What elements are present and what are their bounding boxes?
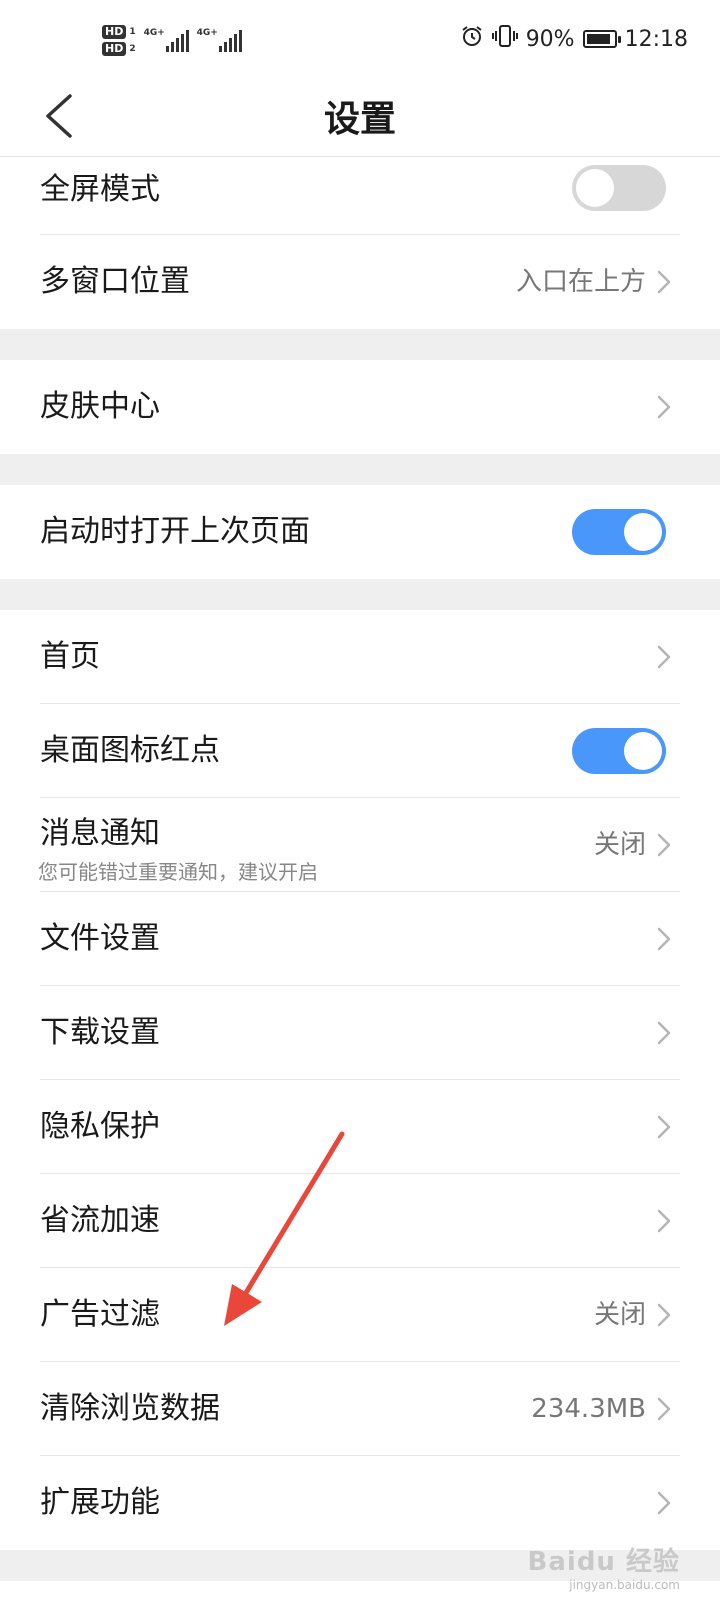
restore-last-page-toggle[interactable]: [572, 509, 666, 555]
page-title: 设置: [323, 99, 396, 140]
status-bar-left: HD 1 HD 2 4G+ 4G+: [102, 18, 242, 62]
app-header: 设置: [0, 78, 720, 157]
setting-label: 启动时打开上次页面: [40, 514, 310, 549]
chevron-right-icon: [656, 1489, 672, 1517]
chevron-right-icon: [656, 1113, 672, 1141]
setting-label: 多窗口位置: [40, 264, 190, 299]
section-gap: [0, 329, 720, 360]
setting-value: 入口在上方: [515, 267, 646, 297]
setting-multiwindow-position[interactable]: 多窗口位置 入口在上方: [0, 235, 720, 329]
fullscreen-toggle[interactable]: [572, 165, 666, 211]
setting-label: 省流加速: [40, 1203, 160, 1238]
setting-restore-last-page[interactable]: 启动时打开上次页面: [0, 485, 720, 579]
setting-extensions[interactable]: 扩展功能: [0, 1456, 720, 1550]
section-gap: [0, 579, 720, 610]
chevron-right-icon: [656, 268, 672, 296]
chevron-right-icon: [656, 925, 672, 953]
signal-strength-icon-sim2: 4G+: [197, 28, 242, 52]
setting-label: 清除浏览数据: [40, 1391, 220, 1426]
setting-label: 扩展功能: [40, 1485, 160, 1520]
setting-download-settings[interactable]: 下载设置: [0, 986, 720, 1080]
chevron-right-icon: [656, 831, 672, 859]
network-type-label-2: 4G+: [196, 28, 218, 38]
chevron-right-icon: [656, 643, 672, 671]
watermark-logo: Baidu 经验: [527, 1547, 680, 1577]
hd-sim-2: 2: [129, 43, 136, 54]
setting-value: 关闭: [593, 1300, 646, 1330]
setting-hint: 您可能错过重要通知，建议开启: [38, 860, 318, 884]
clock: 12:18: [624, 26, 688, 52]
setting-label: 广告过滤: [40, 1297, 160, 1332]
setting-value: 关闭: [593, 830, 646, 860]
watermark-url: jingyan.baidu.com: [569, 1578, 680, 1592]
signal-strength-icon-sim1: 4G+: [144, 28, 189, 52]
hd-badge-2: HD: [102, 41, 127, 56]
setting-label: 桌面图标红点: [40, 733, 220, 768]
chevron-right-icon: [656, 1019, 672, 1047]
setting-message-notification[interactable]: 消息通知 您可能错过重要通知，建议开启 关闭: [0, 798, 720, 892]
chevron-right-icon: [656, 1395, 672, 1423]
setting-label: 下载设置: [40, 1015, 160, 1050]
hd-indicators: HD 1 HD 2: [102, 24, 136, 56]
chevron-right-icon: [656, 1207, 672, 1235]
chevron-right-icon: [656, 393, 672, 421]
setting-label: 首页: [40, 639, 100, 674]
setting-file-settings[interactable]: 文件设置: [0, 892, 720, 986]
settings-list: 全屏模式 多窗口位置 入口在上方 皮肤中心 启动时打开上次页面 首页 桌面图标红…: [0, 157, 720, 1581]
battery-percent: 90%: [525, 26, 575, 52]
status-bar-right: 90% 12:18: [460, 22, 688, 56]
setting-fullscreen-mode[interactable]: 全屏模式: [0, 157, 720, 235]
setting-label: 隐私保护: [40, 1109, 160, 1144]
setting-label: 全屏模式: [40, 172, 160, 207]
setting-label: 文件设置: [40, 921, 160, 956]
status-bar: HD 1 HD 2 4G+ 4G+ 90% 12:18: [0, 0, 720, 78]
vibrate-icon: [491, 24, 518, 54]
watermark: Baidu 经验 jingyan.baidu.com: [528, 1541, 680, 1592]
setting-data-saver[interactable]: 省流加速: [0, 1174, 720, 1268]
section-gap: [0, 454, 720, 485]
battery-icon: [582, 30, 621, 48]
annotation-arrow: [224, 1131, 345, 1326]
hd-sim-1: 1: [129, 26, 136, 37]
setting-value: 234.3MB: [531, 1394, 646, 1424]
setting-desktop-icon-red-dot[interactable]: 桌面图标红点: [0, 704, 720, 798]
setting-clear-browsing-data[interactable]: 清除浏览数据 234.3MB: [0, 1362, 720, 1456]
red-dot-toggle[interactable]: [572, 728, 666, 774]
alarm-icon: [460, 24, 484, 54]
setting-ad-filter[interactable]: 广告过滤 关闭: [0, 1268, 720, 1362]
setting-privacy-protection[interactable]: 隐私保护: [0, 1080, 720, 1174]
setting-label: 消息通知: [40, 816, 160, 851]
setting-skin-center[interactable]: 皮肤中心: [0, 360, 720, 454]
network-type-label-1: 4G+: [143, 28, 165, 38]
hd-badge-1: HD: [102, 24, 127, 39]
setting-label: 皮肤中心: [40, 389, 160, 424]
chevron-right-icon: [656, 1301, 672, 1329]
setting-homepage[interactable]: 首页: [0, 610, 720, 704]
